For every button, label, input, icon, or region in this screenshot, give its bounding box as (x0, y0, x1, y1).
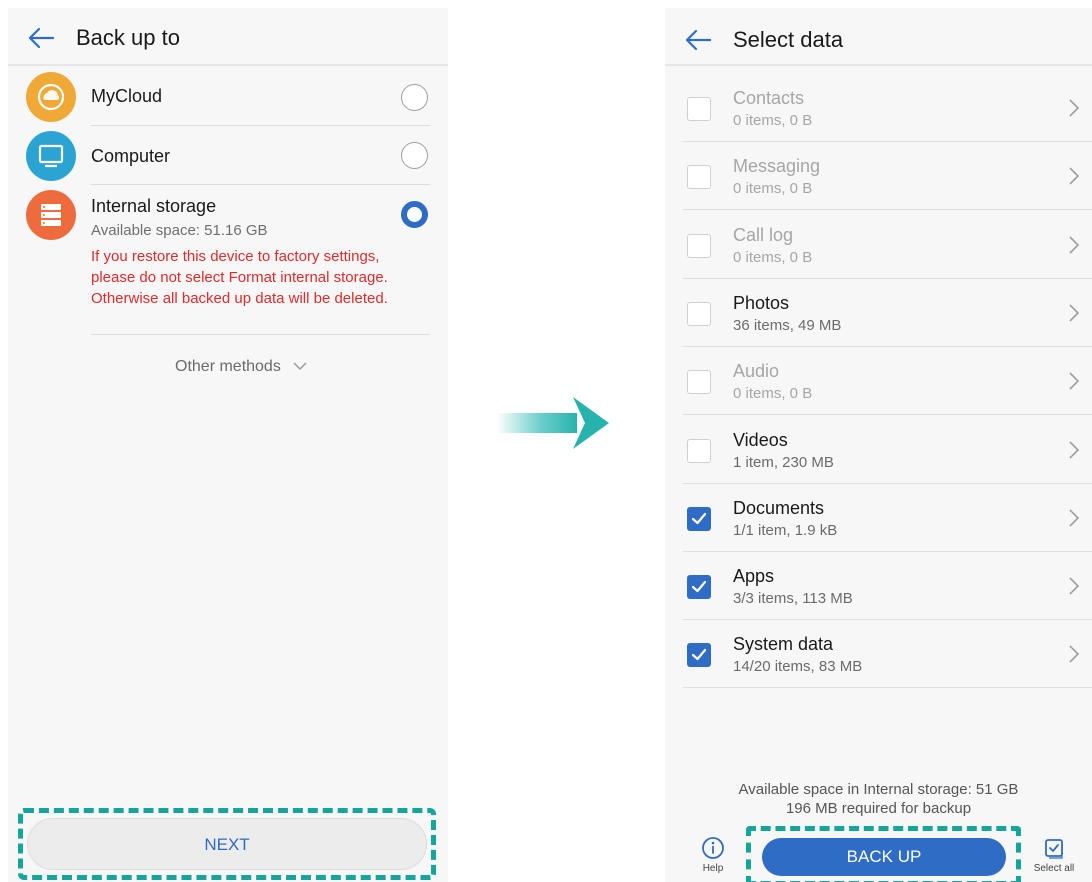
info-icon (702, 837, 724, 859)
page-title: Back up to (76, 25, 180, 50)
available-space-text: Available space: 51.16 GB (91, 222, 268, 239)
item-checkbox[interactable] (687, 165, 711, 190)
method-label: Computer (91, 146, 171, 166)
help-label: Help (702, 863, 724, 874)
select-all-label: Select all (1033, 863, 1075, 874)
item-name: Apps (733, 566, 775, 587)
item-name: Documents (733, 497, 825, 518)
item-name: Audio (733, 361, 780, 382)
app-bar: Select data (665, 8, 1092, 66)
chevron-right-icon[interactable] (1069, 167, 1080, 190)
item-checkbox[interactable] (687, 370, 711, 395)
method-label: Internal storage (91, 196, 217, 216)
select-data-screen: Select data Contacts 0 items, 0 B Messagin… (665, 8, 1092, 882)
data-item-row[interactable]: Call log 0 items, 0 B (665, 211, 1092, 279)
chevron-right-icon[interactable] (1069, 577, 1080, 600)
radio-mycloud[interactable] (401, 84, 428, 111)
item-name: Call log (733, 224, 794, 245)
item-name: Videos (733, 429, 788, 450)
item-detail: 0 items, 0 B (733, 248, 813, 266)
data-item-row[interactable]: Audio 0 items, 0 B (665, 347, 1092, 416)
item-name: Messaging (733, 156, 821, 177)
chevron-right-icon[interactable] (1069, 645, 1080, 668)
item-detail: 1/1 item, 1.9 kB (733, 521, 838, 539)
backup-destination-screen: Back up to MyCloud Computer Internal sto… (8, 8, 448, 882)
item-detail: 14/20 items, 83 MB (733, 658, 863, 676)
item-name: System data (733, 634, 834, 655)
back-arrow-icon[interactable] (26, 24, 56, 52)
chevron-right-icon[interactable] (1069, 509, 1080, 532)
check-icon (691, 512, 707, 524)
cloud-icon (26, 72, 76, 122)
other-methods-label: Other methods (175, 358, 281, 376)
item-detail: 0 items, 0 B (733, 180, 813, 198)
other-methods-toggle[interactable]: Other methods (175, 358, 307, 376)
select-all-icon (1045, 839, 1063, 859)
data-item-row[interactable]: Videos 1 item, 230 MB (665, 416, 1092, 484)
method-computer[interactable]: Computer (8, 129, 448, 187)
method-mycloud[interactable]: MyCloud (8, 70, 448, 128)
item-checkbox[interactable] (687, 575, 711, 600)
required-space-text: 196 MB required for backup (785, 800, 972, 817)
storage-icon (26, 190, 76, 240)
method-label: MyCloud (91, 86, 163, 106)
monitor-icon (26, 131, 76, 181)
highlight-frame (18, 808, 436, 880)
select-all-button[interactable]: Select all (1027, 836, 1081, 874)
data-item-row[interactable]: Documents 1/1 item, 1.9 kB (665, 484, 1092, 552)
chevron-right-icon[interactable] (1069, 372, 1080, 395)
back-arrow-icon[interactable] (683, 26, 713, 54)
data-item-row[interactable]: Messaging 0 items, 0 B (665, 142, 1092, 211)
help-button[interactable]: Help (698, 836, 728, 874)
item-detail: 0 items, 0 B (733, 385, 813, 403)
data-item-row[interactable]: Photos 36 items, 49 MB (665, 279, 1092, 347)
check-icon (691, 580, 707, 593)
available-space-text: Available space in Internal storage: 51 … (738, 781, 1019, 798)
chevron-right-icon[interactable] (1069, 236, 1080, 259)
divider (91, 184, 430, 185)
chevron-down-icon (293, 358, 307, 376)
item-checkbox[interactable] (687, 506, 711, 531)
item-checkbox[interactable] (687, 438, 711, 463)
highlight-frame (746, 826, 1021, 882)
item-name: Contacts (733, 88, 805, 108)
item-detail: 0 items, 0 B (733, 112, 813, 129)
data-item-row[interactable]: Apps 3/3 items, 113 MB (665, 552, 1092, 621)
chevron-right-icon[interactable] (1069, 99, 1080, 122)
item-checkbox[interactable] (687, 643, 711, 668)
check-icon (691, 649, 707, 661)
chevron-right-icon[interactable] (1069, 304, 1080, 327)
page-title: Select data (733, 27, 844, 52)
divider (91, 334, 430, 335)
radio-internal-storage[interactable] (401, 201, 428, 228)
item-detail: 1 item, 230 MB (733, 453, 834, 471)
flow-arrow-icon (497, 397, 609, 449)
data-item-row[interactable]: Contacts 0 items, 0 B (665, 74, 1092, 142)
app-bar: Back up to (8, 8, 448, 66)
item-name: Photos (733, 292, 790, 313)
item-detail: 36 items, 49 MB (733, 316, 842, 334)
divider (683, 687, 1092, 689)
chevron-right-icon[interactable] (1069, 440, 1080, 464)
warning-message: If you restore this device to factory se… (91, 248, 388, 307)
radio-computer[interactable] (401, 142, 428, 169)
item-checkbox[interactable] (687, 97, 711, 121)
data-item-row[interactable]: System data 14/20 items, 83 MB (665, 620, 1092, 689)
divider (91, 125, 430, 126)
item-checkbox[interactable] (687, 233, 711, 258)
item-checkbox[interactable] (687, 301, 711, 326)
item-detail: 3/3 items, 113 MB (733, 590, 853, 608)
